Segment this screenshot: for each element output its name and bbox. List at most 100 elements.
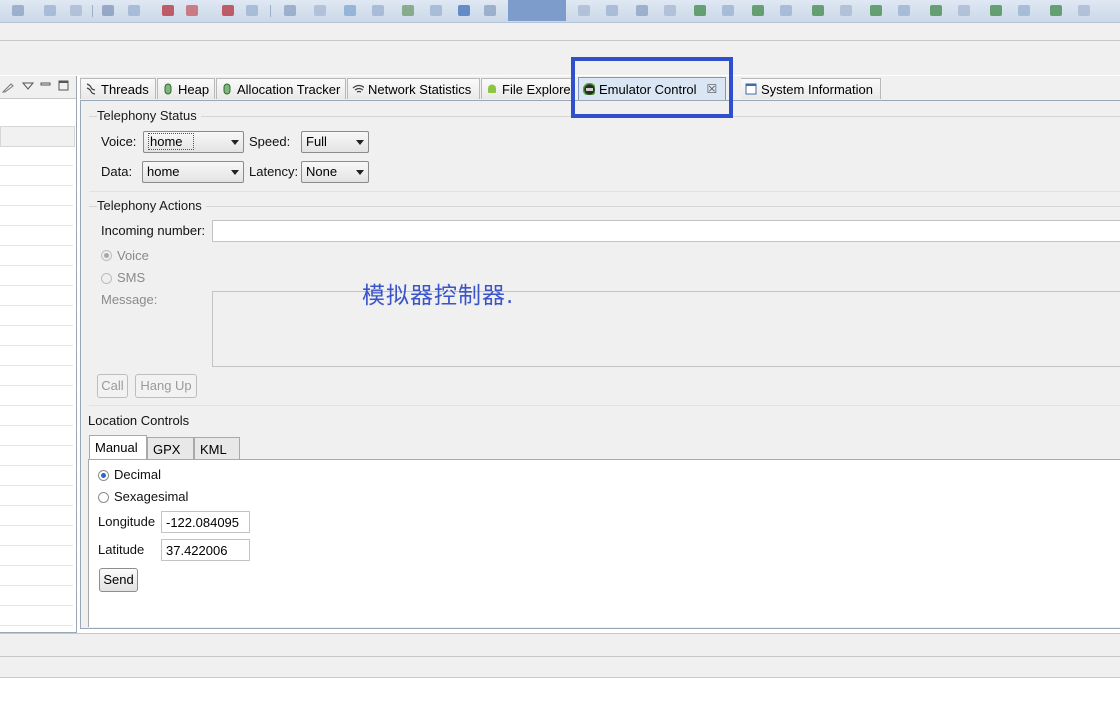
latency-label: Latency: <box>249 164 299 179</box>
annotation-text: 模拟器控制器. <box>362 283 515 309</box>
list-item[interactable] <box>0 226 73 246</box>
minimize-icon[interactable] <box>40 79 52 91</box>
tab-system-information[interactable]: System Information <box>741 78 881 99</box>
tab-emulator-control[interactable]: Emulator Control ☒ <box>578 77 726 100</box>
telephony-status-title: Telephony Status <box>97 108 201 123</box>
radio-selected-dot <box>101 473 106 478</box>
toolbar-icon[interactable] <box>840 5 852 16</box>
toolbar-icon[interactable] <box>780 5 792 16</box>
data-select[interactable]: home <box>142 161 244 183</box>
call-button[interactable]: Call <box>97 374 128 398</box>
toolbar-icon[interactable] <box>664 5 676 16</box>
toolbar-icon[interactable] <box>102 5 114 16</box>
toolbar-icon[interactable] <box>430 5 442 16</box>
toolbar-icon[interactable] <box>314 5 326 16</box>
toolbar-icon[interactable] <box>898 5 910 16</box>
toolbar-icon[interactable] <box>930 5 942 16</box>
toolbar-icon[interactable] <box>162 5 174 16</box>
list-item[interactable] <box>0 366 73 386</box>
speed-select[interactable]: Full <box>301 131 369 153</box>
toolbar-icon[interactable] <box>606 5 618 16</box>
voice-radio[interactable] <box>101 250 112 261</box>
tab-gpx[interactable]: GPX <box>147 437 194 461</box>
voice-select[interactable]: home <box>143 131 244 153</box>
toolbar-icon[interactable] <box>246 5 258 16</box>
list-item[interactable] <box>0 386 73 406</box>
tab-heap[interactable]: Heap <box>157 78 215 99</box>
toolbar-icon[interactable] <box>284 5 296 16</box>
send-button[interactable]: Send <box>99 568 138 592</box>
list-item[interactable] <box>0 486 73 506</box>
maximize-icon[interactable] <box>58 79 70 91</box>
list-item[interactable] <box>0 566 73 586</box>
list-item[interactable] <box>0 406 73 426</box>
toolbar-icon[interactable] <box>870 5 882 16</box>
tab-file-explorer[interactable]: File Explore <box>481 78 573 99</box>
list-item[interactable] <box>0 346 73 366</box>
tab-label: Network Statistics <box>368 81 472 97</box>
list-item[interactable] <box>0 146 73 166</box>
list-item[interactable] <box>0 426 73 446</box>
message-textarea[interactable] <box>212 291 1120 367</box>
tab-manual[interactable]: Manual <box>89 435 147 461</box>
view-menu-icon[interactable] <box>22 81 34 91</box>
toolbar-active-button[interactable] <box>508 0 566 21</box>
toolbar-icon[interactable] <box>636 5 648 16</box>
list-item[interactable] <box>0 306 73 326</box>
toolbar-icon[interactable] <box>1078 5 1090 16</box>
list-item[interactable] <box>0 526 73 546</box>
toolbar-icon[interactable] <box>484 5 496 16</box>
toolbar-icon[interactable] <box>458 5 470 16</box>
list-item[interactable] <box>0 126 75 147</box>
latency-select[interactable]: None <box>301 161 369 183</box>
toolbar-icon[interactable] <box>44 5 56 16</box>
view-tab-bar: Threads Heap Allocation Tracker Network … <box>80 76 1120 100</box>
decimal-radio[interactable] <box>98 470 109 481</box>
toolbar-icon[interactable] <box>752 5 764 16</box>
tab-kml[interactable]: KML <box>194 437 240 461</box>
list-item[interactable] <box>0 606 73 626</box>
list-item[interactable] <box>0 206 73 226</box>
data-label: Data: <box>101 164 133 179</box>
list-item[interactable] <box>0 586 73 606</box>
list-item[interactable] <box>0 326 73 346</box>
tab-threads[interactable]: Threads <box>80 78 156 99</box>
list-item[interactable] <box>0 166 73 186</box>
toolbar-icon[interactable] <box>812 5 824 16</box>
list-item[interactable] <box>0 246 73 266</box>
list-item[interactable] <box>0 266 73 286</box>
longitude-input[interactable]: -122.084095 <box>161 511 250 533</box>
group-border <box>89 206 1120 207</box>
toolbar-icon[interactable] <box>990 5 1002 16</box>
toolbar-icon[interactable] <box>402 5 414 16</box>
list-item[interactable] <box>0 466 73 486</box>
toolbar-icon[interactable] <box>694 5 706 16</box>
latitude-input[interactable]: 37.422006 <box>161 539 250 561</box>
list-item[interactable] <box>0 446 73 466</box>
toolbar-icon[interactable] <box>578 5 590 16</box>
toolbar-icon[interactable] <box>722 5 734 16</box>
toolbar-icon[interactable] <box>1050 5 1062 16</box>
toolbar-icon[interactable] <box>222 5 234 16</box>
tab-allocation-tracker[interactable]: Allocation Tracker <box>216 78 346 99</box>
sexagesimal-radio[interactable] <box>98 492 109 503</box>
incoming-number-input[interactable] <box>212 220 1120 242</box>
list-item[interactable] <box>0 286 73 306</box>
toolbar-icon[interactable] <box>958 5 970 16</box>
list-item[interactable] <box>0 546 73 566</box>
toolbar-icon[interactable] <box>186 5 198 16</box>
sms-radio[interactable] <box>101 273 112 284</box>
pencil-icon[interactable] <box>2 81 14 93</box>
toolbar-icon[interactable] <box>344 5 356 16</box>
close-tab-icon[interactable]: ☒ <box>707 82 718 96</box>
toolbar-icon[interactable] <box>1018 5 1030 16</box>
hang-up-button[interactable]: Hang Up <box>135 374 197 398</box>
toolbar-icon[interactable] <box>70 5 82 16</box>
toolbar-icon[interactable] <box>128 5 140 16</box>
tab-network-statistics[interactable]: Network Statistics <box>347 78 480 99</box>
toolbar-icon[interactable] <box>12 5 24 16</box>
list-item[interactable] <box>0 506 73 526</box>
list-item[interactable] <box>0 186 73 206</box>
toolbar-icon[interactable] <box>372 5 384 16</box>
latitude-label: Latitude <box>98 542 145 557</box>
